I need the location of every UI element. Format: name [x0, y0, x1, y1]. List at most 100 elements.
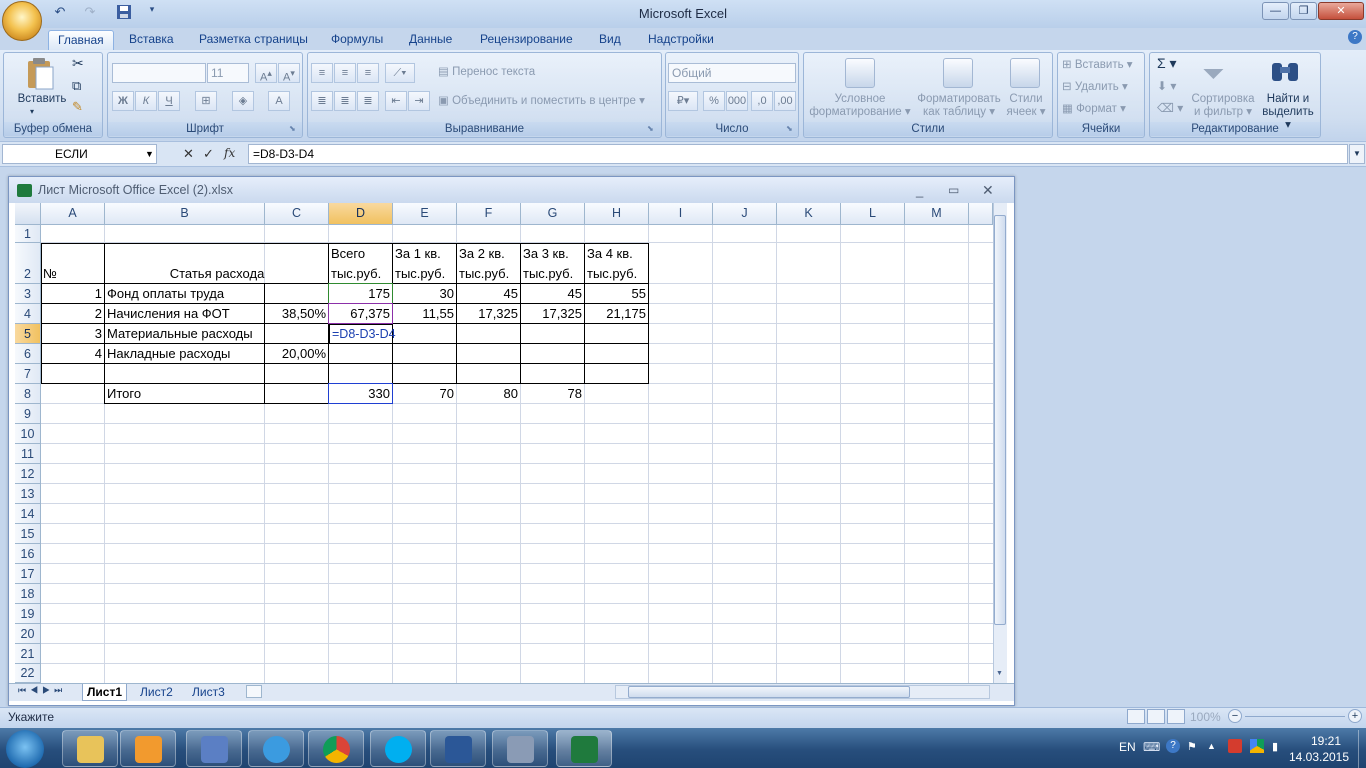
increase-decimal-icon[interactable]: ,0 [751, 91, 773, 111]
name-box[interactable]: ЕСЛИ [2, 144, 157, 164]
align-bottom-icon[interactable]: ≡ [357, 63, 379, 83]
percent-icon[interactable]: % [703, 91, 725, 111]
font-name-box[interactable] [112, 63, 206, 83]
col-header-a[interactable]: A [41, 203, 105, 225]
row-header-3[interactable]: 3 [15, 284, 41, 304]
col-header-m[interactable]: M [905, 203, 969, 225]
taskbar-chrome[interactable] [308, 730, 364, 767]
cell-c6[interactable]: 20,00% [265, 346, 326, 361]
scroll-down-icon[interactable]: ▼ [996, 670, 1003, 677]
bold-icon[interactable]: Ж [112, 91, 134, 111]
cell-b6[interactable]: Накладные расходы [107, 346, 230, 361]
normal-view-icon[interactable] [1127, 709, 1145, 724]
zoom-out-icon[interactable]: − [1228, 709, 1242, 723]
cell-styles-button[interactable]: Стили ячеек ▾ [1004, 93, 1048, 119]
decrease-indent-icon[interactable]: ⇤ [385, 91, 407, 111]
cell-g3[interactable]: 45 [521, 286, 582, 301]
cell-f4[interactable]: 17,325 [457, 306, 518, 321]
cell-g2-line2[interactable]: тыс.руб. [523, 266, 573, 281]
row-header-5[interactable]: 5 [15, 324, 41, 344]
cell-b2[interactable]: Статья расхода [105, 266, 329, 281]
cut-icon[interactable]: ✂ [72, 56, 84, 70]
minimize-button[interactable]: — [1262, 2, 1289, 20]
col-header-j[interactable]: J [713, 203, 777, 225]
taskbar-word[interactable] [430, 730, 486, 767]
restore-button[interactable]: ❐ [1290, 2, 1317, 20]
format-cells-button[interactable]: ▦ Формат ▾ [1062, 103, 1126, 116]
currency-icon[interactable]: ₽▾ [668, 91, 698, 111]
fill-color-icon[interactable]: ◈ [232, 91, 254, 111]
row-header-15[interactable]: 15 [15, 524, 41, 544]
language-indicator[interactable]: EN [1119, 740, 1136, 754]
col-header-f[interactable]: F [457, 203, 521, 225]
underline-icon[interactable]: Ч [158, 91, 180, 111]
cell-e3[interactable]: 30 [393, 286, 454, 301]
col-header-c[interactable]: C [265, 203, 329, 225]
orientation-icon[interactable]: ⟋▾ [385, 63, 415, 83]
align-left-icon[interactable]: ≣ [311, 91, 333, 111]
cell-h3[interactable]: 55 [585, 286, 646, 301]
decrease-decimal-icon[interactable]: ,00 [774, 91, 796, 111]
format-painter-icon[interactable]: ✎ [72, 100, 83, 113]
flag-icon[interactable]: ⚑ [1187, 740, 1197, 753]
font-dialog-icon[interactable]: ⬊ [289, 124, 296, 133]
conditional-formatting-button[interactable]: Условное форматирование ▾ [808, 93, 912, 119]
keyboard-icon[interactable]: ⌨ [1143, 740, 1160, 754]
taskbar-tools[interactable] [186, 730, 242, 767]
cell-a6[interactable]: 4 [41, 346, 102, 361]
format-as-table-button[interactable]: Форматировать как таблицу ▾ [914, 93, 1004, 119]
zoom-level[interactable]: 100% [1190, 710, 1221, 724]
col-header-b[interactable]: B [105, 203, 265, 225]
select-all-corner[interactable] [15, 203, 41, 225]
cell-e2-line2[interactable]: тыс.руб. [395, 266, 445, 281]
row-header-1[interactable]: 1 [15, 225, 41, 243]
alignment-dialog-icon[interactable]: ⬊ [647, 124, 654, 133]
formula-input[interactable]: =D8-D3-D4 [248, 144, 1348, 164]
clock-date[interactable]: 14.03.2015 [1286, 750, 1352, 764]
row-header-18[interactable]: 18 [15, 584, 41, 604]
fill-icon[interactable]: ⬇ ▾ [1157, 80, 1176, 93]
cancel-formula-icon[interactable]: ✕ [183, 146, 194, 162]
col-header-e[interactable]: E [393, 203, 457, 225]
cell-h2-line2[interactable]: тыс.руб. [587, 266, 637, 281]
cell-d2-line1[interactable]: Всего [331, 246, 365, 261]
taskbar-skype[interactable] [370, 730, 426, 767]
vertical-scroll-thumb[interactable] [994, 215, 1006, 625]
wb-close-icon[interactable]: ✕ [982, 182, 994, 199]
row-header-17[interactable]: 17 [15, 564, 41, 584]
row-header-2[interactable]: 2 [15, 243, 41, 284]
cell-c4[interactable]: 38,50% [265, 306, 326, 321]
sheet-tab-2[interactable]: Лист2 [136, 684, 177, 701]
cell-f3[interactable]: 45 [457, 286, 518, 301]
row-header-10[interactable]: 10 [15, 424, 41, 444]
cell-d5-editing[interactable]: =D8-D3-D4 [329, 324, 396, 344]
col-header-k[interactable]: K [777, 203, 841, 225]
cell-f2-line1[interactable]: За 2 кв. [459, 246, 505, 261]
cell-h2-line1[interactable]: За 4 кв. [587, 246, 633, 261]
number-format-box[interactable]: Общий [668, 63, 796, 83]
show-hidden-icons[interactable]: ▲ [1207, 741, 1216, 751]
cell-e4[interactable]: 11,55 [393, 306, 454, 321]
taskbar-excel[interactable] [556, 730, 612, 767]
merge-center-button[interactable]: ▣ Объединить и поместить в центре ▾ [438, 95, 645, 108]
zoom-in-icon[interactable]: + [1348, 709, 1362, 723]
row-header-16[interactable]: 16 [15, 544, 41, 564]
paste-icon[interactable] [25, 57, 55, 91]
row-header-21[interactable]: 21 [15, 644, 41, 664]
col-header-g[interactable]: G [521, 203, 585, 225]
drive-icon[interactable] [1250, 739, 1264, 753]
clear-icon[interactable]: ⌫ ▾ [1157, 102, 1183, 115]
page-layout-view-icon[interactable] [1147, 709, 1165, 724]
cell-b8[interactable]: Итого [107, 386, 141, 401]
cell-g2-line1[interactable]: За 3 кв. [523, 246, 569, 261]
row-header-8[interactable]: 8 [15, 384, 41, 404]
wrap-text-button[interactable]: ▤ Перенос текста [438, 66, 535, 79]
grow-font-icon[interactable]: A▴ [255, 63, 277, 84]
cell-b4[interactable]: Начисления на ФОТ [107, 306, 230, 321]
paste-dropdown-icon[interactable]: ▾ [30, 107, 34, 116]
col-header-d[interactable]: D [329, 203, 393, 225]
horizontal-scroll-thumb[interactable] [628, 686, 910, 698]
paste-button[interactable]: Вставить [12, 93, 72, 106]
row-header-6[interactable]: 6 [15, 344, 41, 364]
cell-f2-line2[interactable]: тыс.руб. [459, 266, 509, 281]
